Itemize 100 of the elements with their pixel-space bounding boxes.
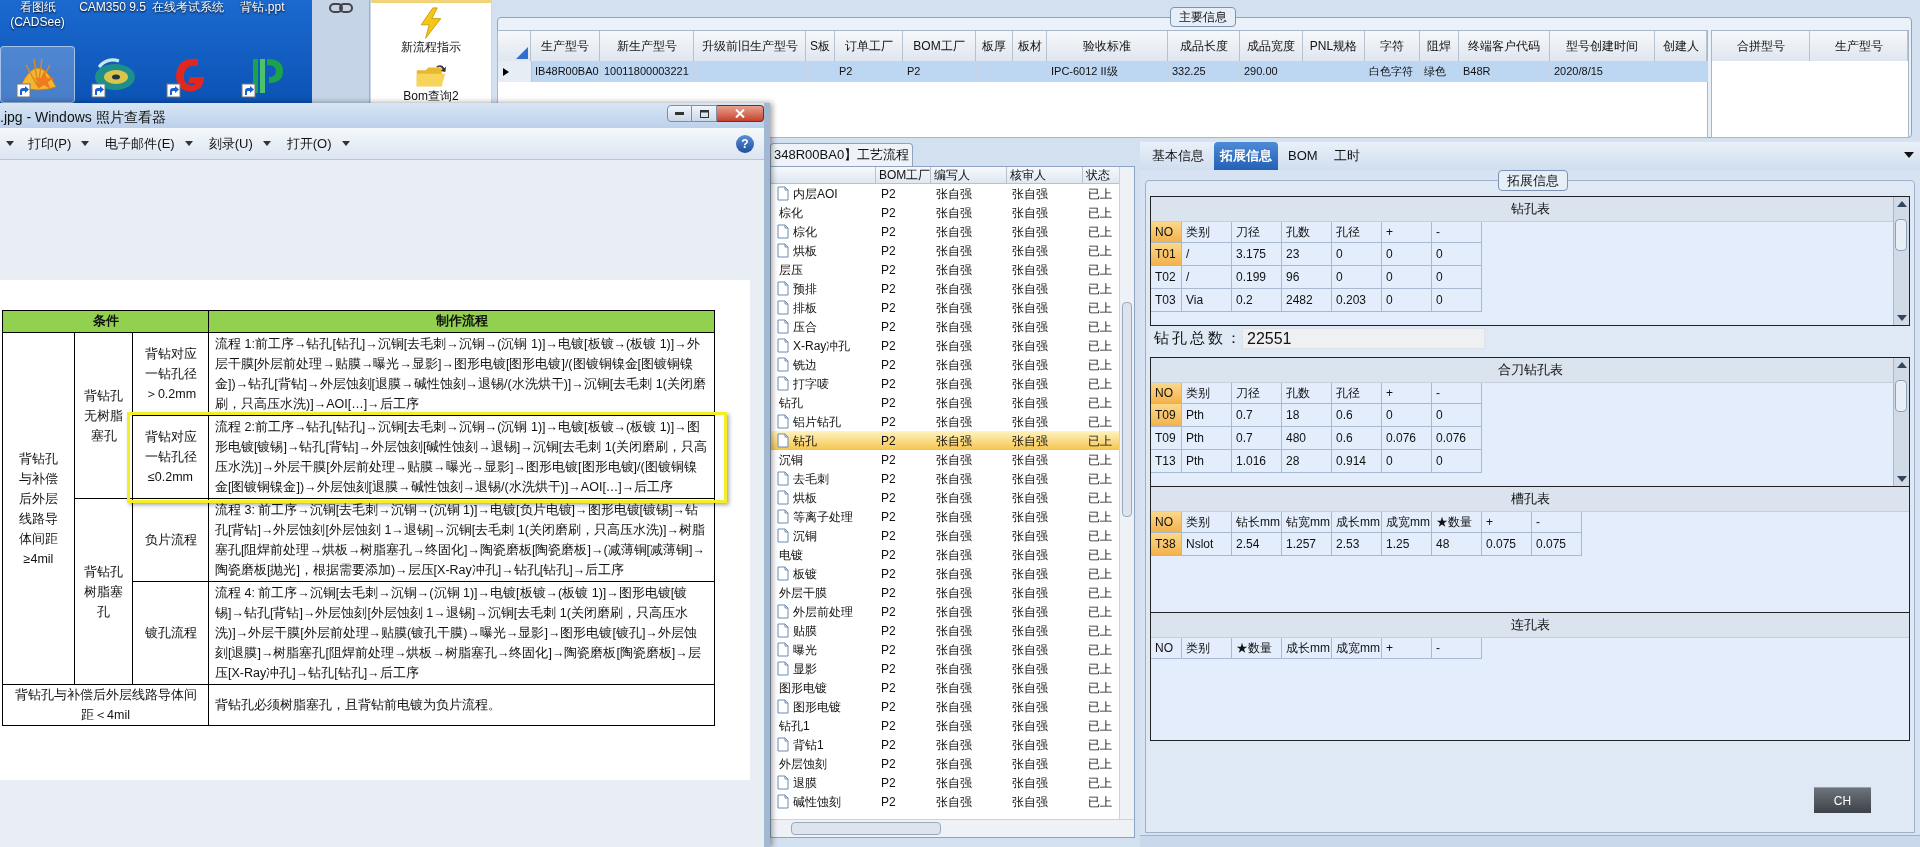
column-header[interactable]: +: [1382, 222, 1432, 243]
language-indicator[interactable]: CH: [1814, 787, 1871, 813]
tree-row[interactable]: 电镀 P2 张自强 张自强 已上: [771, 545, 1121, 564]
tree-row[interactable]: 沉铜 P2 张自强 张自强 已上: [771, 526, 1121, 545]
column-header[interactable]: 类别: [1182, 383, 1232, 404]
panel-tab[interactable]: 348R00BA0】工艺流程: [770, 143, 914, 166]
desktop-shortcut[interactable]: [0, 46, 75, 103]
node-label[interactable]: 钻孔: [779, 393, 803, 412]
tab[interactable]: 拓展信息: [1214, 142, 1278, 170]
chain-icon[interactable]: [327, 1, 354, 15]
tree-row[interactable]: 显影 P2 张自强 张自强 已上: [771, 659, 1121, 678]
column-header[interactable]: PNL规格: [1303, 31, 1365, 61]
column-header[interactable]: NO: [1151, 638, 1182, 659]
node-label[interactable]: 钻孔1: [779, 716, 810, 735]
node-label[interactable]: 沉铜: [793, 526, 817, 545]
node-label[interactable]: 外层蚀刻: [779, 754, 827, 773]
icon-label[interactable]: 背钻.ppt: [240, 0, 285, 30]
node-label[interactable]: 内层AOI: [793, 184, 838, 203]
column-header[interactable]: 终端客户代码: [1459, 31, 1550, 61]
menu-button[interactable]: 打开(O): [286, 133, 350, 154]
column-header[interactable]: 新生产型号: [600, 31, 694, 61]
node-label[interactable]: X-Ray冲孔: [793, 336, 851, 355]
node-label[interactable]: 棕化: [779, 203, 803, 222]
column-header[interactable]: 成宽mm: [1382, 512, 1432, 533]
maximize-button[interactable]: [692, 105, 717, 122]
column-header[interactable]: 验收标准: [1047, 31, 1168, 61]
table-row[interactable]: IB48R00BA0 10011800003221 P2 P2 IPC-6012 II级 332.25 290.00 白色字符 绿色 B48R 2020/8/15: [498, 61, 1707, 82]
column-header[interactable]: 成宽mm: [1332, 638, 1382, 659]
tree-row[interactable]: 打字唛 P2 张自强 张自强 已上: [771, 374, 1121, 393]
column-header[interactable]: 孔数: [1282, 222, 1332, 243]
help-button[interactable]: ?: [736, 135, 754, 153]
caret-icon[interactable]: [81, 141, 90, 146]
scrollbar[interactable]: [1893, 197, 1909, 325]
tree-row[interactable]: X-Ray冲孔 P2 张自强 张自强 已上: [771, 336, 1121, 355]
tree-row[interactable]: 钻孔 P2 张自强 张自强 已上: [771, 393, 1121, 412]
tree-row[interactable]: 钻孔 P2 张自强 张自强 已上: [771, 431, 1121, 450]
column-header[interactable]: 类别: [1182, 638, 1232, 659]
column-header[interactable]: -: [1432, 383, 1482, 404]
tree-row[interactable]: 烘板 P2 张自强 张自强 已上: [771, 488, 1121, 507]
menu-button[interactable]: 刻录(U): [208, 133, 271, 154]
column-header[interactable]: 字符: [1365, 31, 1420, 61]
column-header[interactable]: 钻宽mm: [1282, 512, 1332, 533]
column-header[interactable]: 刀径: [1232, 383, 1282, 404]
tree-row[interactable]: 曝光 P2 张自强 张自强 已上: [771, 640, 1121, 659]
node-label[interactable]: 碱性蚀刻: [793, 792, 841, 811]
node-label[interactable]: 退膜: [793, 773, 817, 792]
node-label[interactable]: 外层前处理: [793, 602, 853, 621]
tree-row[interactable]: 钻孔1 P2 张自强 张自强 已上: [771, 716, 1121, 735]
column-header[interactable]: +: [1382, 638, 1432, 659]
tab[interactable]: BOM: [1282, 142, 1324, 170]
tree-row[interactable]: 图形电镀 P2 张自强 张自强 已上: [771, 697, 1121, 716]
node-label[interactable]: 烘板: [793, 241, 817, 260]
tree-row[interactable]: 等离子处理 P2 张自强 张自强 已上: [771, 507, 1121, 526]
column-header[interactable]: BOM工厂: [903, 31, 976, 61]
dropdown-arrow-icon[interactable]: [1904, 152, 1914, 158]
tree-row[interactable]: 退膜 P2 张自强 张自强 已上: [771, 773, 1121, 792]
column-header[interactable]: S板: [806, 31, 835, 61]
tree-row[interactable]: 棕化 P2 张自强 张自强 已上: [771, 203, 1121, 222]
icon-label[interactable]: CAM350 9.5: [79, 0, 146, 30]
column-header[interactable]: 类别: [1182, 222, 1232, 243]
node-label[interactable]: 电镀: [779, 545, 803, 564]
scrollbar[interactable]: [1119, 167, 1134, 819]
column-header[interactable]: 型号创建时间: [1550, 31, 1655, 61]
tree-row[interactable]: 碱性蚀刻 P2 张自强 张自强 已上: [771, 792, 1121, 811]
column-header[interactable]: 生产型号: [1810, 31, 1908, 61]
column-header[interactable]: 类别: [1182, 512, 1232, 533]
launcher-label[interactable]: 新流程指示: [401, 40, 461, 56]
icon-label[interactable]: 在线考试系统: [151, 0, 224, 30]
node-label[interactable]: 压合: [793, 317, 817, 336]
node-label[interactable]: 钻孔: [793, 431, 817, 450]
column-header[interactable]: ★数量: [1432, 512, 1482, 533]
node-label[interactable]: 沉铜: [779, 450, 803, 469]
column-header[interactable]: ★数量: [1232, 638, 1282, 659]
caret-icon[interactable]: [262, 141, 271, 146]
tree-row[interactable]: 棕化 P2 张自强 张自强 已上: [771, 222, 1121, 241]
tree-row[interactable]: 背钻1 P2 张自强 张自强 已上: [771, 735, 1121, 754]
tree-row[interactable]: 板镀 P2 张自强 张自强 已上: [771, 564, 1121, 583]
column-header[interactable]: -: [1432, 222, 1482, 243]
column-header[interactable]: 核审人: [1007, 167, 1083, 183]
node-label[interactable]: 棕化: [793, 222, 817, 241]
tree-row[interactable]: 贴膜 P2 张自强 张自强 已上: [771, 621, 1121, 640]
scrollbar[interactable]: [771, 819, 1134, 837]
icon-label[interactable]: 看图纸 (CADSee): [1, 0, 74, 30]
column-header[interactable]: 刀径: [1232, 222, 1282, 243]
menu-button[interactable]: 电子邮件(E): [105, 133, 193, 154]
node-label[interactable]: 预排: [793, 279, 817, 298]
tree-row[interactable]: 去毛刺 P2 张自强 张自强 已上: [771, 469, 1121, 488]
column-header[interactable]: +: [1482, 512, 1532, 533]
menu-button[interactable]: 打印(P): [28, 133, 90, 154]
node-label[interactable]: 背钻1: [793, 735, 824, 754]
node-label[interactable]: 图形电镀: [793, 697, 841, 716]
node-label[interactable]: 铣边: [793, 355, 817, 374]
tree-row[interactable]: 沉铜 P2 张自强 张自强 已上: [771, 450, 1121, 469]
tree-row[interactable]: 排板 P2 张自强 张自强 已上: [771, 298, 1121, 317]
tree-row[interactable]: 外层前处理 P2 张自强 张自强 已上: [771, 602, 1121, 621]
node-label[interactable]: 显影: [793, 659, 817, 678]
corner-icon[interactable]: [516, 47, 528, 59]
tree-row[interactable]: 外层干膜 P2 张自强 张自强 已上: [771, 583, 1121, 602]
column-header[interactable]: 孔数: [1282, 383, 1332, 404]
column-header[interactable]: NO: [1151, 222, 1182, 243]
